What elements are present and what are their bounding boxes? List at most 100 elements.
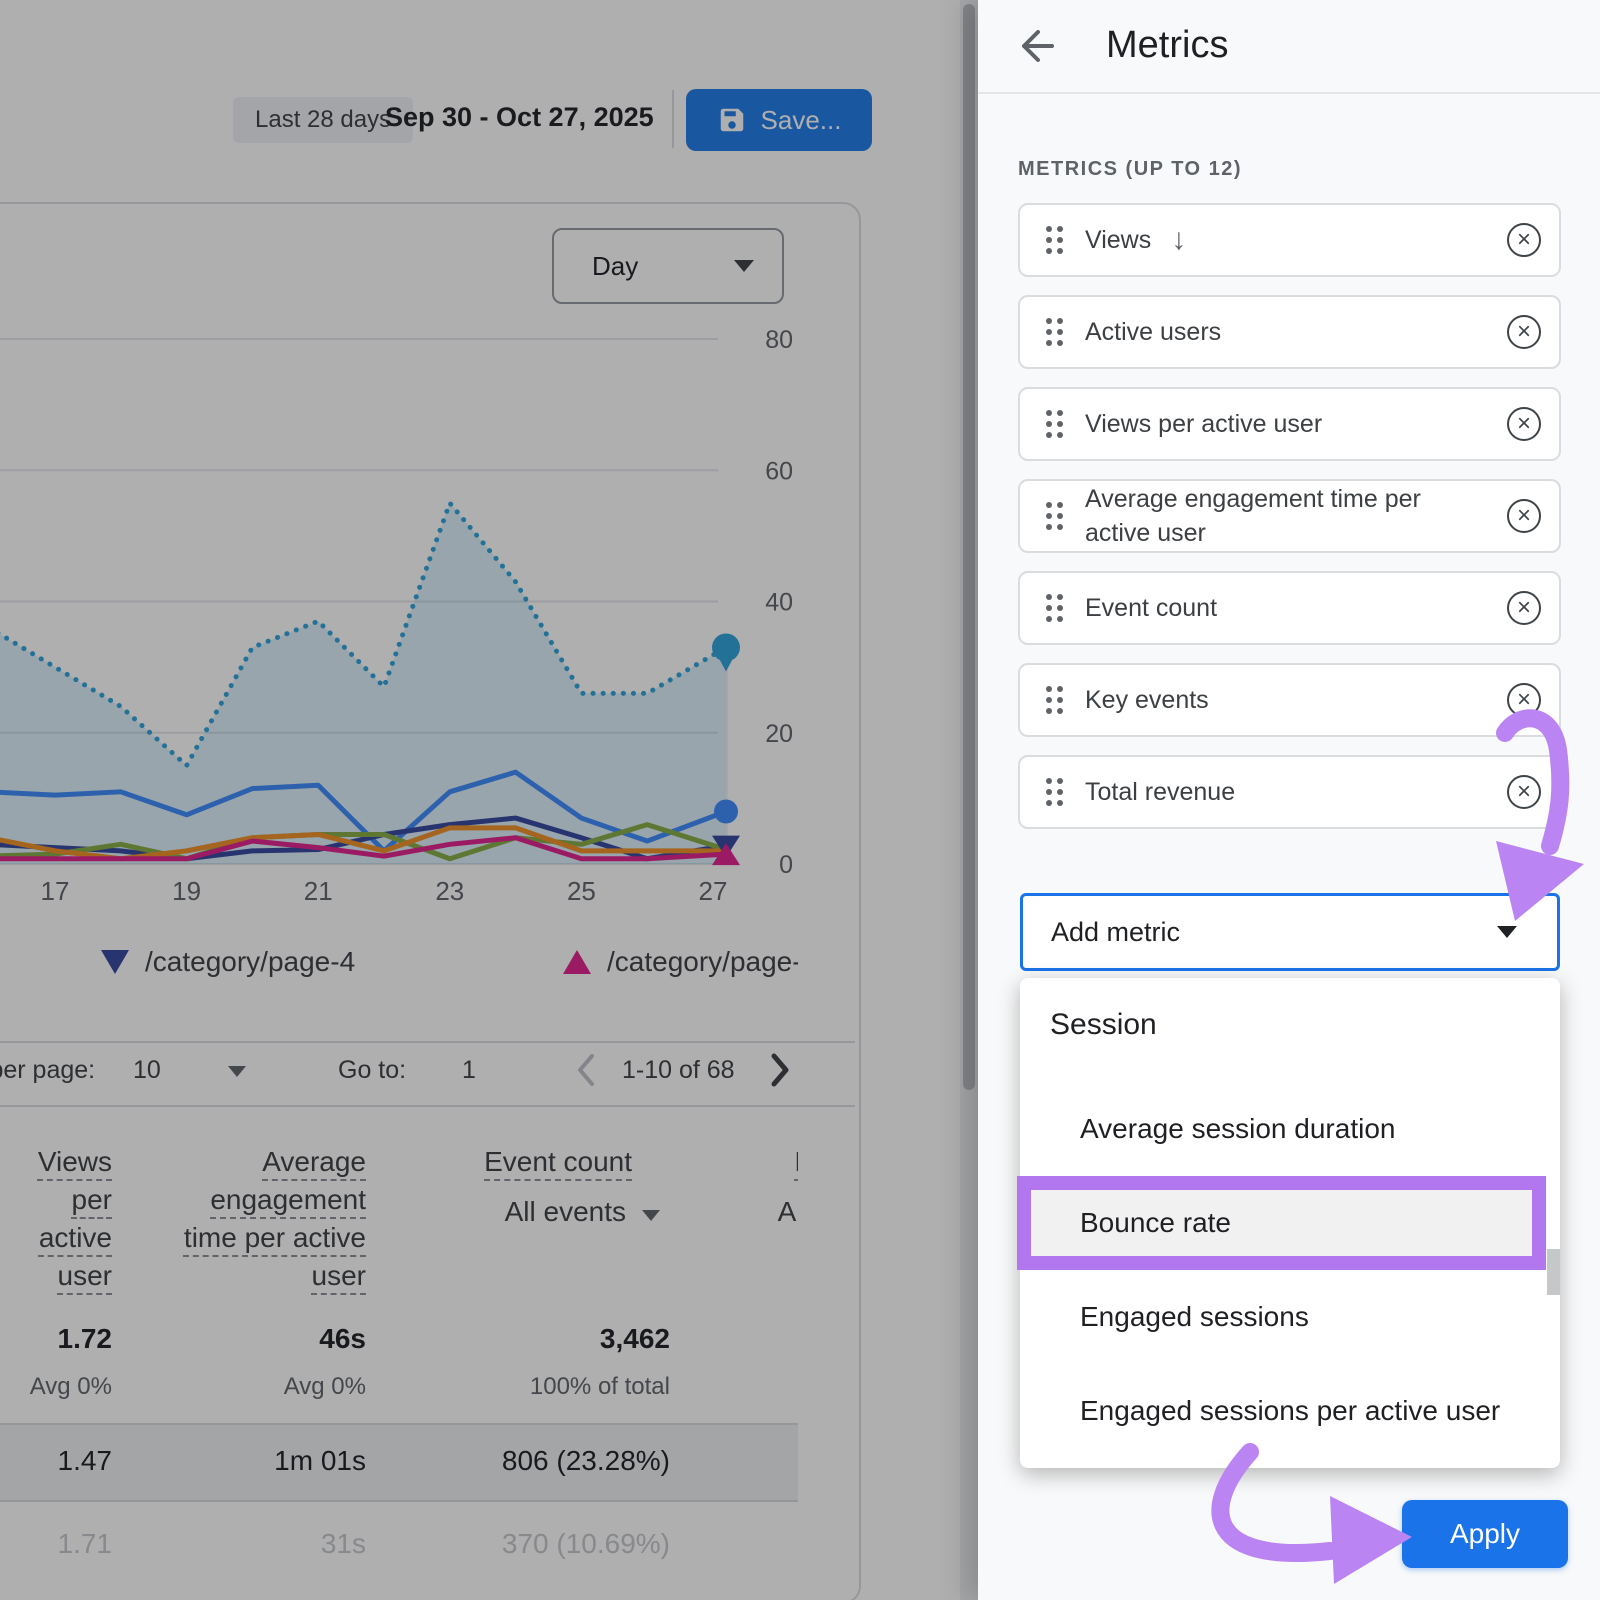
drag-handle-icon[interactable] [1046,686,1063,714]
save-button[interactable]: Save... [686,89,872,151]
sort-descending-icon[interactable]: ↓ [1171,223,1186,257]
drag-handle-icon[interactable] [1046,594,1063,622]
remove-metric-icon[interactable]: × [1507,407,1541,441]
column-header[interactable]: Views per active user [0,1143,112,1295]
drag-handle-icon[interactable] [1046,410,1063,438]
prev-page-icon[interactable] [574,1050,598,1097]
metric-chip[interactable]: Total revenue × [1018,755,1561,829]
chevron-down-icon [734,260,754,272]
event-selector[interactable]: All events [420,1193,670,1231]
page-scrollbar-thumb[interactable] [963,4,975,1090]
drag-handle-icon[interactable] [1046,226,1063,254]
table-cell: 1.72 [0,1323,112,1355]
drag-handle-icon[interactable] [1046,318,1063,346]
metric-chip[interactable]: Views↓× [1018,203,1561,277]
metrics-list: Views↓×Active users×Views per active use… [1018,203,1561,847]
add-metric-caret-icon [1497,926,1517,938]
toolbar-divider [672,90,674,148]
metric-chip[interactable]: Key events× [1018,663,1561,737]
table-cell: 31s [170,1528,366,1560]
metric-chip[interactable]: Event count × [1018,571,1561,645]
y-tick: 0 [779,851,793,879]
date-range-text[interactable]: Sep 30 - Oct 27, 2025 [385,102,654,133]
add-metric-label: Add metric [1051,917,1180,948]
granularity-select[interactable]: Day [552,228,784,304]
go-to-label: Go to: [338,1056,406,1085]
add-metric-combobox[interactable]: Add metric [1020,893,1560,971]
metric-chip-label: Views per active user [1085,407,1322,441]
drag-handle-icon[interactable] [1046,502,1063,530]
column-header[interactable]: Event count All events [420,1143,670,1231]
rows-per-page-caret-icon[interactable] [228,1066,246,1077]
panel-header-divider [978,92,1600,94]
x-tick: 19 [172,876,201,906]
report-area: Last 28 days Sep 30 - Oct 27, 2025 Save.… [0,0,978,1600]
chevron-down-icon [642,1210,660,1221]
metric-chip[interactable]: Active users × [1018,295,1561,369]
back-arrow-icon[interactable] [1010,22,1058,70]
pagination-range: 1-10 of 68 [622,1056,735,1085]
screenshot-root: Last 28 days Sep 30 - Oct 27, 2025 Save.… [0,0,1600,1600]
dropdown-scrollbar-thumb[interactable] [1547,1249,1560,1295]
y-tick: 60 [765,457,793,485]
column-title[interactable]: Key events [794,1146,798,1177]
metric-dropdown-menu: Session Average session durationBounce r… [1020,978,1560,1468]
metric-chip-label: Total revenue [1085,775,1235,809]
table-cell: 370 (10.69%) [420,1528,670,1560]
legend-label: /category/page-5 [607,946,798,978]
remove-metric-icon[interactable]: × [1507,223,1541,257]
column-title[interactable]: Views per active user [38,1146,112,1291]
column-header[interactable]: Average engagement time per active user [170,1143,366,1295]
remove-metric-icon[interactable]: × [1507,499,1541,533]
metrics-section-label: METRICS (UP TO 12) [1018,158,1242,181]
column-header[interactable]: Key events All events [700,1143,798,1231]
y-tick: 40 [765,589,793,617]
remove-metric-icon[interactable]: × [1507,315,1541,349]
dropdown-item-highlighted[interactable]: Bounce rate [1017,1176,1546,1270]
area-fill [0,503,726,864]
x-tick: 25 [567,876,596,906]
next-page-icon[interactable] [768,1050,792,1097]
remove-metric-icon[interactable]: × [1507,775,1541,809]
metric-chip[interactable]: Views per active user × [1018,387,1561,461]
granularity-value: Day [592,251,638,282]
drag-handle-icon[interactable] [1046,778,1063,806]
table-cell: 3,462 [420,1323,670,1355]
row-divider [0,1423,798,1425]
remove-metric-icon[interactable]: × [1507,683,1541,717]
x-tick: 23 [435,876,464,906]
x-tick: 27 [699,876,728,906]
line-chart: 020406080171921232527 [0,316,830,916]
dropdown-item[interactable]: Engaged sessions [1020,1270,1560,1364]
column-title[interactable]: Event count [484,1146,670,1177]
metric-chip-label: Event count [1085,591,1217,625]
legend-label: /category/page-4 [145,946,355,978]
dropdown-group-label: Session [1050,1008,1157,1042]
table-cell: 46s [170,1323,366,1355]
table-row[interactable] [0,1423,798,1500]
metric-chip-label: Active users [1085,315,1221,349]
table-cell: 1m 01s [170,1445,366,1477]
legend-item[interactable]: /category/page-5 [563,946,798,978]
table-cell: 1.47 [0,1445,112,1477]
remove-metric-icon[interactable]: × [1507,591,1541,625]
pagination-bar: Rows per page: 10 Go to: 1 1-10 of 68 [0,1042,798,1104]
column-title[interactable]: Average engagement time per active user [184,1146,366,1291]
y-tick: 20 [765,720,793,748]
event-selector[interactable]: All events [700,1193,798,1231]
rows-per-page-select[interactable]: 10 [133,1056,161,1085]
table-cell: 1.71 [0,1528,112,1560]
go-to-input[interactable]: 1 [462,1056,476,1085]
dropdown-item[interactable]: Engaged sessions per active user [1020,1364,1560,1458]
legend-item[interactable]: /category/page-4 [101,946,355,978]
end-marker-circle [714,800,738,824]
dropdown-item[interactable]: Average session duration [1020,1082,1560,1176]
apply-button[interactable]: Apply [1402,1500,1568,1568]
metric-chip-label: Average engagement time per active user [1085,482,1475,550]
table-cell: Avg 0% [170,1373,366,1401]
save-label: Save... [761,105,842,136]
metrics-table: Views per active user Average engagement … [0,1115,798,1600]
page-scrollbar-track[interactable] [960,0,978,1600]
triangle-up-icon [563,950,591,974]
metric-chip[interactable]: Average engagement time per active user × [1018,479,1561,553]
